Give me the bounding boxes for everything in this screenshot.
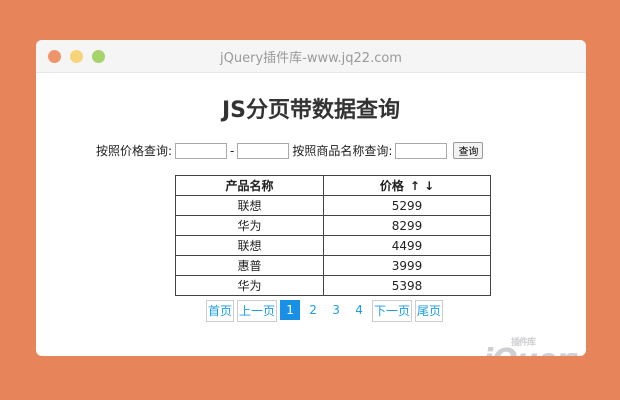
- min-price-input[interactable]: [175, 142, 228, 159]
- app-window: jQuery插件库-www.jq22.com JS分页带数据查询 按照价格查询:…: [36, 40, 586, 356]
- page-1-button[interactable]: 1: [280, 300, 301, 320]
- cell-name: 惠普: [175, 255, 324, 276]
- cell-name: 华为: [175, 215, 324, 236]
- column-header-name: 产品名称: [175, 175, 324, 196]
- first-page-button[interactable]: 首页: [206, 300, 235, 322]
- table-header-row: 产品名称 价格 ↑ ↓: [175, 175, 492, 196]
- page-3-button[interactable]: 3: [326, 300, 346, 320]
- table-row: 惠普 3999: [175, 255, 492, 276]
- name-label: 按照商品名称查询:: [292, 144, 393, 158]
- page-title: JS分页带数据查询: [221, 98, 401, 123]
- cell-name: 华为: [175, 275, 324, 296]
- search-form: 按照价格查询: - 按照商品名称查询: 查询: [96, 142, 484, 159]
- table-row: 联想 5299: [175, 195, 492, 216]
- cell-price: 3999: [322, 255, 492, 276]
- logo-sub: 插件库: [511, 338, 536, 348]
- product-table: 产品名称 价格 ↑ ↓ 联想 5299 华为 8299 联想 4499 惠普 39…: [175, 175, 492, 296]
- cell-price: 5299: [322, 195, 492, 216]
- cell-price: 8299: [322, 215, 492, 236]
- prev-page-button[interactable]: 上一页: [237, 300, 278, 322]
- cell-name: 联想: [175, 195, 324, 216]
- column-header-price: 价格 ↑ ↓: [322, 175, 492, 196]
- sort-arrows[interactable]: ↑ ↓: [410, 179, 434, 193]
- last-page-button[interactable]: 尾页: [415, 300, 444, 322]
- cell-price: 5398: [322, 275, 492, 296]
- price-label: 按照价格查询:: [96, 144, 173, 158]
- table-row: 华为 5398: [175, 275, 492, 296]
- title-bar: jQuery插件库-www.jq22.com: [36, 40, 586, 73]
- cell-price: 4499: [322, 235, 492, 256]
- page-2-button[interactable]: 2: [303, 300, 323, 320]
- price-separator: -: [230, 143, 235, 158]
- table-row: 联想 4499: [175, 235, 492, 256]
- next-page-button[interactable]: 下一页: [372, 300, 413, 322]
- cell-name: 联想: [175, 235, 324, 256]
- table-row: 华为 8299: [175, 215, 492, 236]
- price-header-label: 价格: [379, 179, 404, 193]
- page-4-button[interactable]: 4: [349, 300, 369, 320]
- max-price-input[interactable]: [237, 142, 290, 159]
- product-name-input[interactable]: [395, 142, 448, 159]
- jquery-logo: jQuery 插件库: [483, 338, 586, 356]
- window-title: jQuery插件库-www.jq22.com: [220, 51, 402, 66]
- pagination: 首页 上一页 1 2 3 4 下一页 尾页: [206, 300, 444, 322]
- search-button[interactable]: 查询: [453, 142, 484, 159]
